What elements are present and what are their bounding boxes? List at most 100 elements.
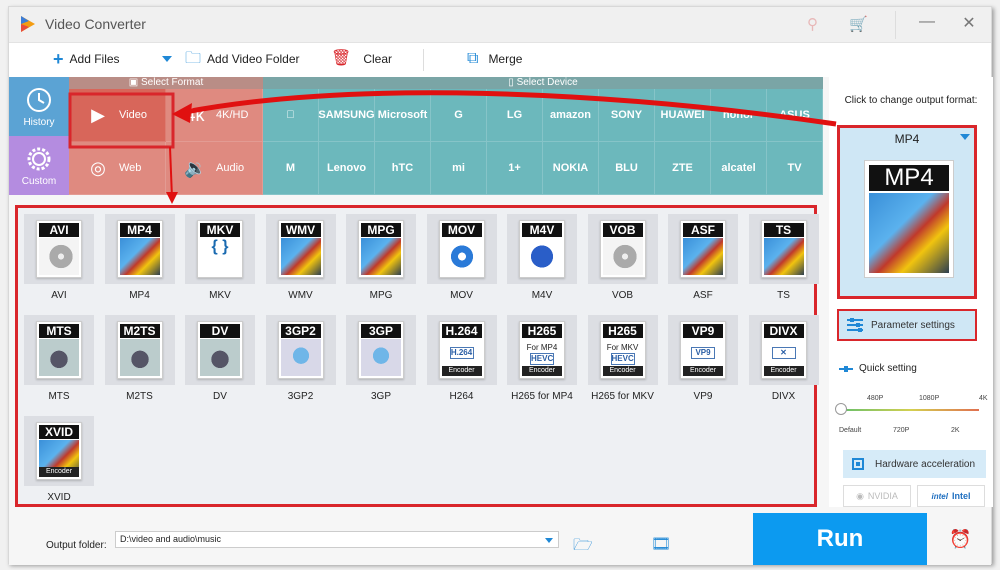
- device-asus[interactable]: ASUS: [767, 89, 823, 142]
- format-item-mpg[interactable]: MPG MPG: [344, 214, 418, 304]
- format-item-vp9[interactable]: VP9 VP9 Encoder VP9: [666, 315, 740, 405]
- device-oneplus[interactable]: 1+: [487, 142, 543, 195]
- format-label: ASF: [693, 290, 713, 301]
- format-item-m4v[interactable]: M4V M4V: [505, 214, 579, 304]
- format-thumbnail: H.264 H.264 Encoder: [426, 315, 497, 385]
- device-motorola[interactable]: M: [263, 142, 319, 195]
- device-sony[interactable]: SONY: [599, 89, 655, 142]
- format-category-web[interactable]: ◎ Web: [69, 142, 166, 195]
- alarm-clock-icon[interactable]: ⏰: [949, 529, 971, 550]
- custom-label: Custom: [21, 176, 57, 187]
- format-file-icon: ASF: [680, 220, 726, 278]
- add-files-dropdown-icon[interactable]: [162, 56, 172, 62]
- format-item-vob[interactable]: VOB VOB: [586, 214, 660, 304]
- format-item-ts[interactable]: TS TS: [747, 214, 821, 304]
- alcatel-logo-icon: alcatel: [721, 162, 756, 174]
- cart-icon[interactable]: 🛒: [849, 15, 868, 33]
- format-category-label: Video: [119, 109, 147, 121]
- device-honor[interactable]: honor: [711, 89, 767, 142]
- parameter-settings-label: Parameter settings: [871, 319, 955, 331]
- output-format-selector[interactable]: MP4 MP4: [837, 125, 977, 299]
- format-item-h265-for-mkv[interactable]: H265 For MKV HEVC Encoder H265 for MKV: [586, 315, 660, 405]
- video-folder-icon[interactable]: 🎞: [651, 534, 671, 554]
- format-item-m2ts[interactable]: M2TS M2TS: [103, 315, 177, 405]
- huawei-logo-icon: HUAWEI: [660, 109, 705, 121]
- device-apple[interactable]: : [263, 89, 319, 142]
- quality-slider-track[interactable]: [843, 409, 979, 411]
- device-nokia[interactable]: NOKIA: [543, 142, 599, 195]
- key-icon[interactable]: ⚲: [807, 15, 818, 33]
- format-art-film-icon: Encoder: [39, 440, 79, 477]
- output-folder-input[interactable]: D:\video and audio\music: [115, 531, 559, 548]
- format-file-icon: VOB: [599, 220, 646, 278]
- format-tag: XVID: [39, 425, 79, 439]
- lg-logo-icon: LG: [506, 109, 523, 121]
- format-item-3gp[interactable]: 3GP 3GP: [344, 315, 418, 405]
- encoder-badge: Encoder: [683, 366, 723, 376]
- format-item-divx[interactable]: DIVX ✕ Encoder DIVX: [747, 315, 821, 405]
- format-item-h264[interactable]: H.264 H.264 Encoder H264: [425, 315, 499, 405]
- format-file-icon: M2TS: [116, 321, 163, 379]
- device-zte[interactable]: ZTE: [655, 142, 711, 195]
- clear-button[interactable]: 🗑 Clear: [331, 51, 392, 67]
- format-item-asf[interactable]: ASF ASF: [666, 214, 740, 304]
- device-blu[interactable]: BLU: [599, 142, 655, 195]
- add-video-folder-button[interactable]: 🗀 Add Video Folder: [185, 51, 300, 67]
- device-amazon[interactable]: amazon: [543, 89, 599, 142]
- device-huawei[interactable]: HUAWEI: [655, 89, 711, 142]
- format-category-4k-hd[interactable]: 4k 4K/HD: [166, 89, 263, 142]
- format-item-3gp2[interactable]: 3GP2 3GP2: [264, 315, 338, 405]
- format-thumbnail: WMV: [265, 214, 336, 284]
- device-tv[interactable]: TV: [767, 142, 823, 195]
- format-label: H265 for MP4: [511, 391, 573, 402]
- device-samsung[interactable]: SAMSUNG: [318, 89, 375, 142]
- device-google[interactable]: G: [431, 89, 487, 142]
- add-files-button[interactable]: + Add Files: [53, 50, 120, 68]
- hardware-acceleration-button[interactable]: Hardware acceleration: [843, 450, 986, 478]
- parameter-settings-button[interactable]: Parameter settings: [837, 309, 977, 341]
- device-xiaomi[interactable]: mi: [431, 142, 487, 195]
- format-file-icon: 3GP2: [277, 321, 324, 379]
- quality-slider-handle[interactable]: [835, 403, 847, 415]
- format-art-cam-icon: [200, 339, 240, 376]
- device-lenovo[interactable]: Lenovo: [319, 142, 375, 195]
- format-item-avi[interactable]: AVI AVI: [22, 214, 96, 304]
- device-microsoft[interactable]: Microsoft: [375, 89, 431, 142]
- minimize-button[interactable]: —: [915, 13, 939, 31]
- format-label: H264: [449, 391, 474, 402]
- output-folder-dropdown-icon[interactable]: [545, 538, 553, 543]
- run-button[interactable]: Run: [753, 513, 927, 565]
- device-alcatel[interactable]: alcatel: [711, 142, 767, 195]
- intel-button[interactable]: intel Intel: [917, 485, 985, 507]
- format-item-h265-for-mp4[interactable]: H265 For MP4 HEVC Encoder H265 for MP4: [505, 315, 579, 405]
- toolbar: + Add Files 🗀 Add Video Folder 🗑 Clear ⧉…: [9, 43, 991, 77]
- merge-button[interactable]: ⧉ Merge: [467, 51, 522, 67]
- format-tag: DV: [200, 324, 240, 338]
- format-item-mov[interactable]: MOV MOV: [425, 214, 499, 304]
- format-file-icon: MTS: [36, 321, 82, 379]
- format-item-mts[interactable]: MTS MTS: [22, 315, 96, 405]
- format-tag: MPG: [361, 223, 401, 237]
- format-item-mkv[interactable]: MKV{ } MKV: [183, 214, 257, 304]
- format-tag: H.264: [441, 324, 482, 338]
- close-button[interactable]: ✕: [957, 13, 981, 33]
- device-htc[interactable]: hTC: [375, 142, 431, 195]
- history-button[interactable]: History: [9, 77, 69, 136]
- format-label: WMV: [288, 290, 313, 301]
- format-thumbnail: 3GP: [346, 315, 416, 385]
- device-lg[interactable]: LG: [487, 89, 543, 142]
- format-item-dv[interactable]: DV DV: [183, 315, 257, 405]
- device-header-icon: ▯: [508, 77, 517, 88]
- custom-button[interactable]: Custom: [9, 136, 69, 195]
- format-category-video[interactable]: ▶ Video: [69, 89, 166, 142]
- format-item-xvid[interactable]: XVID Encoder XVID: [22, 416, 96, 506]
- open-folder-icon[interactable]: 🗁: [573, 534, 593, 561]
- nvidia-button[interactable]: ◉ NVIDIA: [843, 485, 911, 507]
- format-label: XVID: [47, 492, 71, 503]
- format-item-mp4[interactable]: MP4 MP4: [103, 214, 177, 304]
- format-item-wmv[interactable]: WMV WMV: [264, 214, 338, 304]
- format-tag: M2TS: [119, 324, 160, 338]
- format-category-audio[interactable]: 🔉 Audio: [166, 142, 263, 195]
- format-thumbnail: MTS: [24, 315, 94, 385]
- format-tag: 3GP2: [280, 324, 321, 338]
